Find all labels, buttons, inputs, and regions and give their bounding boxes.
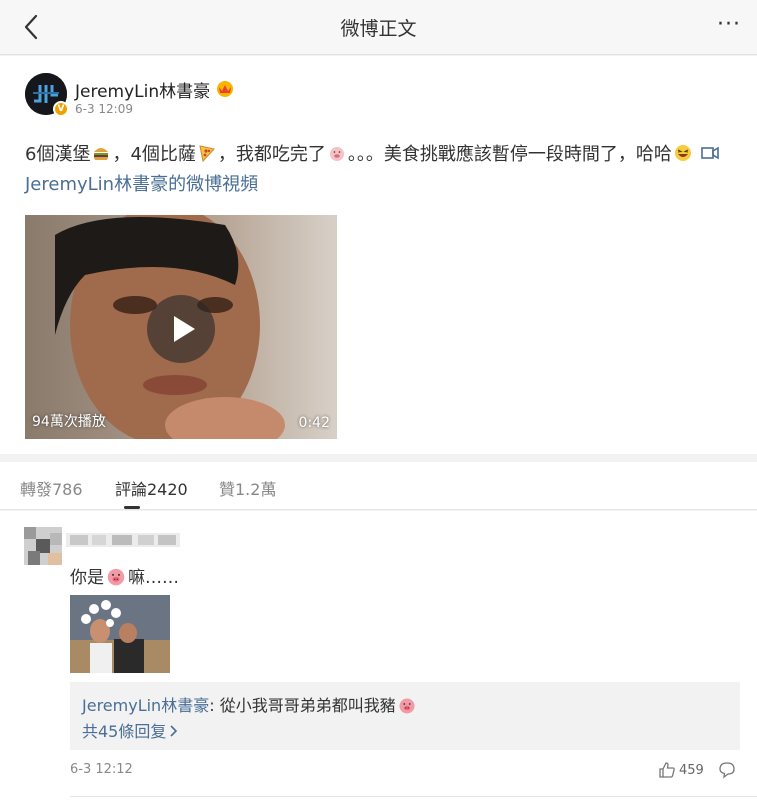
video-link[interactable]: JeremyLin林書豪的微博視頻	[25, 174, 258, 195]
tab-likes[interactable]: 贊1.2萬	[219, 476, 276, 500]
blurred-avatar-icon	[24, 527, 62, 565]
pig-emoji-icon	[399, 698, 415, 714]
comment-reply-icon[interactable]	[718, 761, 736, 779]
tab-comments[interactable]: 評論2420	[115, 476, 188, 500]
thumbs-up-icon[interactable]	[658, 761, 676, 779]
author-name[interactable]: JeremyLin林書豪	[75, 77, 210, 102]
comment-photo	[70, 595, 170, 673]
post-text-segment: 。。。美食挑戰應該暫停一段時間了，哈哈	[347, 144, 672, 165]
reply-separator: :	[209, 696, 220, 715]
play-count: 94萬次播放	[32, 414, 106, 430]
comment-date: 6-3 12:12	[70, 762, 133, 777]
pig-emoji-icon	[107, 568, 125, 586]
post-text-segment: ，4個比薩	[112, 144, 196, 165]
comment-text-segment: 你是	[70, 568, 104, 588]
tab-reposts[interactable]: 轉發786	[20, 476, 83, 500]
play-icon	[174, 316, 195, 342]
active-tab-indicator	[124, 506, 140, 509]
post-text-segment: 6個漢堡	[25, 144, 91, 165]
comment-list: 你是 嘛…… JeremyLin林書豪: 從小我哥哥弟弟都叫我豬 共45條回复 …	[0, 511, 757, 802]
reply-preview[interactable]: JeremyLin林書豪: 從小我哥哥弟弟都叫我豬 共45條回复	[70, 682, 740, 750]
pizza-emoji-icon	[199, 145, 215, 163]
hamburger-emoji-icon	[94, 148, 109, 160]
commenter-avatar[interactable]	[24, 527, 62, 565]
verified-badge-icon: V	[53, 101, 69, 117]
post-text-segment: ，我都吃完了	[217, 144, 326, 165]
video-duration: 0:42	[298, 415, 330, 431]
weibo-post-card: V JeremyLin林書豪 6-3 12:09 6個漢堡 ，4個比薩 ，我都吃…	[0, 56, 757, 454]
reply-line: JeremyLin林書豪: 從小我哥哥弟弟都叫我豬	[82, 692, 418, 716]
chevron-right-icon	[170, 725, 178, 737]
more-replies-label: 共45條回复	[82, 722, 167, 741]
more-options-icon[interactable]: ···	[717, 12, 741, 37]
comment-text-segment: 嘛……	[128, 568, 179, 588]
post-interaction-tabs: 轉發786 評論2420 贊1.2萬	[0, 462, 757, 510]
view-more-replies-link[interactable]: 共45條回复	[82, 718, 178, 742]
comment-text: 你是 嘛……	[70, 563, 179, 588]
top-navigation-bar: 微博正文 ···	[0, 0, 757, 55]
video-link-icon	[701, 146, 719, 160]
laughing-emoji-icon	[674, 145, 691, 161]
vip-crown-icon[interactable]	[214, 78, 236, 98]
reply-author[interactable]: JeremyLin林書豪	[82, 696, 209, 715]
video-player[interactable]: 94萬次播放 0:42	[25, 215, 337, 439]
comment-image[interactable]	[70, 595, 170, 673]
comment-divider	[70, 796, 757, 797]
pig-emoji-icon	[329, 147, 344, 161]
post-date: 6-3 12:09	[75, 102, 133, 116]
blurred-commenter-name	[66, 533, 180, 547]
reply-text: 從小我哥哥弟弟都叫我豬	[219, 696, 396, 715]
like-count: 459	[679, 763, 704, 778]
play-button[interactable]	[147, 295, 215, 363]
page-title: 微博正文	[340, 18, 417, 40]
post-text: 6個漢堡 ，4個比薩 ，我都吃完了 。。。美食挑戰應該暫停一段時間了，哈哈 Je…	[25, 140, 740, 200]
